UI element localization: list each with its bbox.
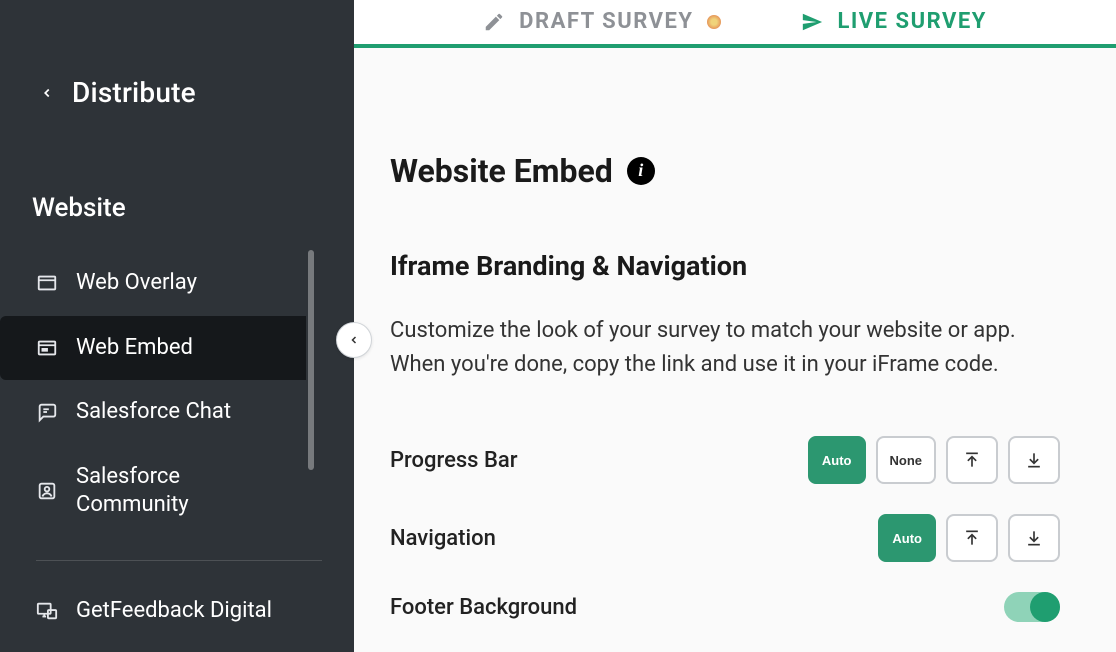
sidebar-item-label: Salesforce Community [76,463,274,520]
section-label: Website [0,133,354,251]
main-content: DRAFT SURVEY LIVE SURVEY Website Embed i… [354,0,1116,652]
digital-icon [36,600,58,622]
setting-label: Progress Bar [390,448,518,473]
section-subtitle: Iframe Branding & Navigation [390,250,1060,282]
draft-indicator-icon [707,15,721,29]
info-icon[interactable]: i [627,157,655,185]
sidebar-item-getfeedback-digital[interactable]: GetFeedback Digital [0,579,306,644]
option-none[interactable]: None [876,436,937,484]
community-icon [36,480,58,502]
tab-live-survey[interactable]: LIVE SURVEY [801,9,986,34]
page-title-text: Website Embed [390,152,613,190]
back-label: Distribute [72,76,196,109]
option-bottom[interactable] [1008,436,1060,484]
section-description: Customize the look of your survey to mat… [390,314,1030,382]
option-auto[interactable]: Auto [808,436,866,484]
chevron-left-icon [348,334,360,346]
scrollbar-thumb[interactable] [308,250,314,470]
chat-icon [36,401,58,423]
back-button[interactable]: Distribute [0,0,354,133]
option-top[interactable] [946,436,998,484]
sidebar-item-salesforce-community[interactable]: Salesforce Community [0,445,306,538]
toggle-knob [1030,592,1060,622]
sidebar-divider [36,560,322,561]
sidebar-item-label: GetFeedback Digital [76,597,272,626]
arrow-up-icon [962,449,982,471]
sidebar-item-web-embed[interactable]: Web Embed [0,316,306,381]
option-bottom[interactable] [1008,514,1060,562]
setting-row-progress-bar: Progress Bar Auto None [390,436,1060,484]
page-title: Website Embed i [390,152,1060,190]
sidebar-nav: Web Overlay Web Embed Salesforce Chat Sa… [0,251,354,644]
setting-label: Footer Background [390,595,577,620]
paper-plane-icon [801,11,823,33]
sidebar: Distribute Website Web Overlay Web Embed… [0,0,354,652]
navigation-options: Auto [878,514,1060,562]
pencil-icon [483,11,505,33]
chevron-left-icon [40,86,54,100]
sidebar-item-web-overlay[interactable]: Web Overlay [0,251,306,316]
sidebar-item-label: Web Overlay [76,269,197,298]
collapse-sidebar-button[interactable] [336,322,372,358]
sidebar-item-label: Salesforce Chat [76,398,231,427]
tab-draft-survey[interactable]: DRAFT SURVEY [483,9,721,34]
setting-row-footer-background: Footer Background [390,592,1060,622]
sidebar-item-label: Web Embed [76,334,193,363]
arrow-down-icon [1024,449,1044,471]
progress-bar-options: Auto None [808,436,1060,484]
tab-label: DRAFT SURVEY [519,9,693,34]
tab-bar: DRAFT SURVEY LIVE SURVEY [354,0,1116,48]
embed-icon [36,337,58,359]
footer-background-toggle[interactable] [1004,592,1060,622]
arrow-down-icon [1024,527,1044,549]
option-top[interactable] [946,514,998,562]
sidebar-item-salesforce-chat[interactable]: Salesforce Chat [0,380,306,445]
arrow-up-icon [962,527,982,549]
option-auto[interactable]: Auto [878,514,936,562]
tab-label: LIVE SURVEY [837,9,986,34]
overlay-icon [36,272,58,294]
setting-row-navigation: Navigation Auto [390,514,1060,562]
setting-label: Navigation [390,526,496,551]
